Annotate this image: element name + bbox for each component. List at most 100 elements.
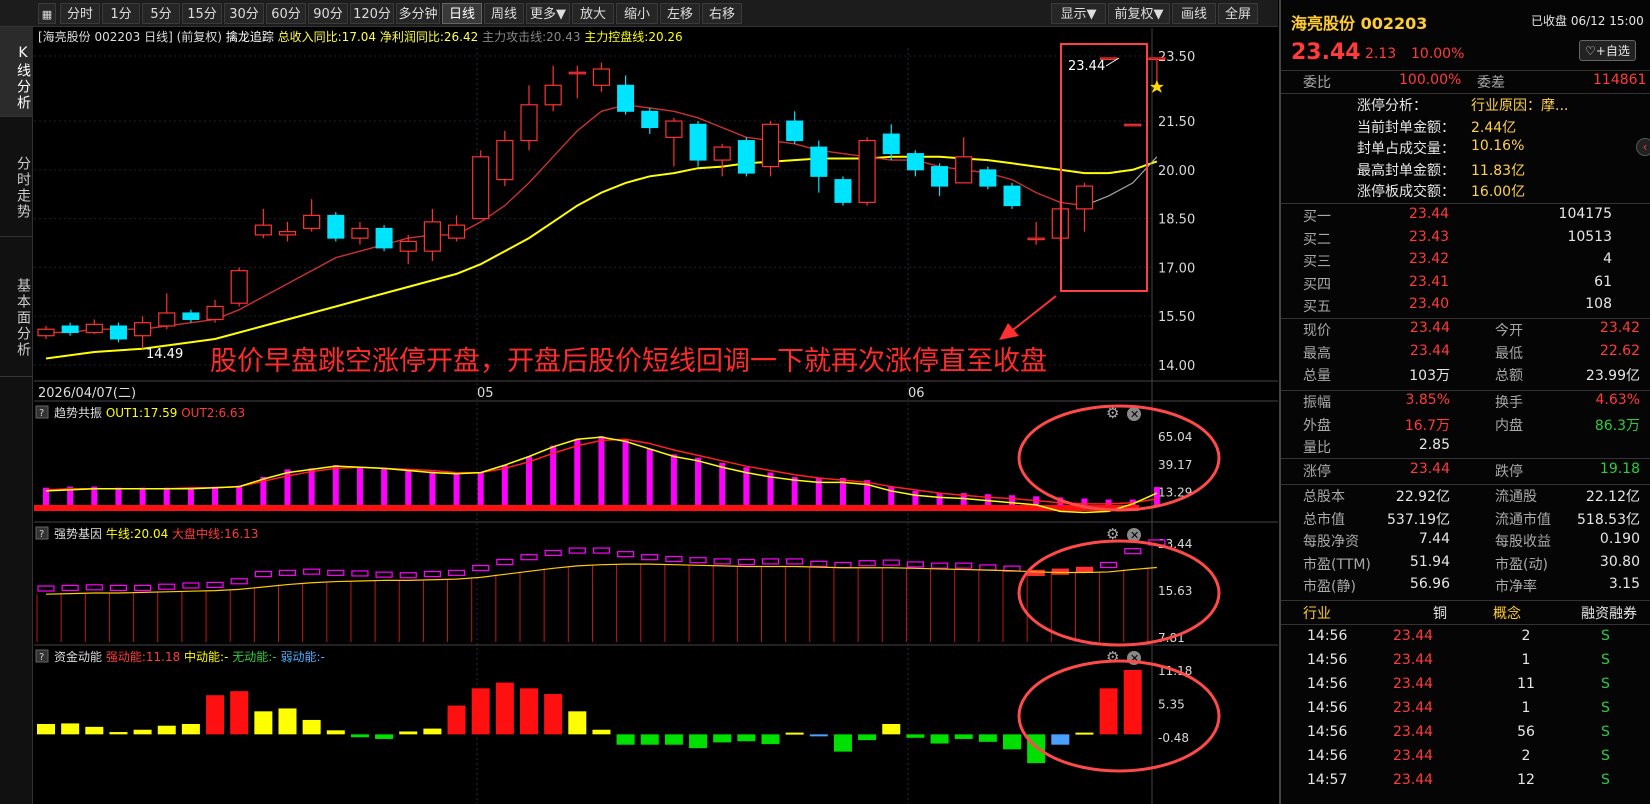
p3-bar [544, 694, 563, 735]
toolbar-btn-2[interactable]: 5分 [142, 3, 180, 24]
bid-price: 23.42 [1409, 251, 1450, 267]
quote-label: 总股本 [1303, 489, 1345, 505]
p3-bar [954, 734, 973, 739]
quote-label: 流通股 [1495, 489, 1537, 505]
p1-bar [1081, 498, 1088, 506]
info-tab-1[interactable]: 铜 [1433, 603, 1447, 623]
candle [1003, 182, 1021, 209]
divider [1281, 484, 1650, 485]
expand-arrow-icon[interactable]: ‹ [1636, 138, 1650, 156]
p2-mark [737, 558, 755, 566]
info-tab-2[interactable]: 概念 [1493, 603, 1521, 623]
toolbar-btn-1[interactable]: 1分 [102, 3, 140, 24]
quote-label: 每股净资 [1303, 534, 1359, 550]
side-tab-2[interactable]: 基本面分析 [0, 237, 33, 377]
tick-volume: 1 [1521, 700, 1531, 716]
tick-price: 23.44 [1393, 724, 1434, 740]
tick-volume: 56 [1517, 724, 1535, 740]
toolbar-btn-3[interactable]: 15分 [182, 3, 222, 24]
toolbar-btn-15[interactable]: 右移 [702, 3, 742, 24]
tick-price: 23.44 [1393, 772, 1434, 788]
weibi-label: 委比 [1303, 75, 1331, 91]
quote-label: 市净率 [1495, 579, 1537, 595]
info-tab-0[interactable]: 行业 [1303, 603, 1331, 623]
p2-mark [1099, 561, 1118, 569]
divider [1281, 624, 1650, 625]
limit-analysis-value: 16.00亿 [1471, 184, 1526, 200]
p1-bar [212, 486, 219, 506]
tick-time: 14:56 [1307, 628, 1348, 644]
chart-area[interactable]: [海亮股份 002203 日线] (前复权) 擒龙追踪 总收入同比:17.04 … [34, 28, 1278, 804]
toolbar-btn-4[interactable]: 30分 [224, 3, 264, 24]
quote-value: 51.94 [1409, 553, 1450, 570]
p3-bar [785, 732, 804, 735]
limit-analysis-label: 当前封单金额： [1357, 119, 1455, 136]
quote-label: 内盘 [1495, 417, 1523, 434]
weicha-label: 委差 [1477, 75, 1505, 91]
main-header-part: (前复权) [177, 29, 226, 44]
tick-volume: 11 [1517, 676, 1535, 692]
toolbar-btn-9[interactable]: 日线 [442, 3, 482, 24]
toolbar-grid-icon[interactable]: ▦ [38, 3, 56, 24]
p1-bar [453, 473, 460, 506]
limit-analysis-value: 行业原因：摩... [1471, 98, 1569, 114]
panel3-gear-icon[interactable]: ⚙ [1106, 648, 1119, 666]
bid-volume: 10513 [1567, 228, 1612, 245]
p1-bar [115, 487, 122, 506]
p2-mark [399, 572, 417, 579]
divider [1281, 203, 1650, 204]
tick-side: S [1601, 628, 1610, 644]
p3-bar [326, 730, 345, 735]
limit-analysis-label: 涨停分析： [1357, 98, 1427, 114]
panel3-help-glyph: ? [39, 652, 44, 663]
toolbar-btn-6[interactable]: 90分 [308, 3, 348, 24]
toolbar-btn-12[interactable]: 放大 [572, 3, 614, 24]
toolbar-btn-8[interactable]: 多分钟 [396, 3, 440, 24]
limit-analysis-label: 封单占成交量： [1357, 141, 1455, 157]
side-tab-1[interactable]: 分时走势 [0, 117, 33, 237]
tick-price: 23.44 [1393, 652, 1434, 668]
toolbar-btn-5[interactable]: 60分 [266, 3, 306, 24]
p3-bar [930, 734, 949, 744]
divider [1281, 70, 1650, 71]
toolbar-btn-7[interactable]: 120分 [350, 3, 394, 24]
toolbar-btn-10[interactable]: 周线 [484, 3, 524, 24]
p1-bar [356, 467, 363, 506]
tick-side: S [1601, 676, 1610, 692]
panel3-axis-label: -0.48 [1158, 731, 1189, 745]
panel1-header: 趋势共振 OUT1:17.59 OUT2:6.63 [54, 406, 245, 420]
main-header-part: 净利润同比:26.42 [380, 30, 482, 44]
toolbar-right-btn-2[interactable]: 画线 [1172, 3, 1216, 24]
toolbar-right-btn-1[interactable]: 前复权▼ [1108, 3, 1170, 24]
p3-bar [109, 732, 128, 735]
candle [375, 225, 393, 252]
toolbar-right-btn-3[interactable]: 全屏 [1218, 3, 1258, 24]
kline-chart[interactable]: [海亮股份 002203 日线] (前复权) 擒龙追踪 总收入同比:17.04 … [34, 28, 1278, 804]
main-axis-label: 21.50 [1158, 115, 1195, 130]
add-favorite-button[interactable]: ♡+自选 [1579, 40, 1636, 61]
p2-mark [303, 568, 321, 575]
p3-bar [302, 719, 321, 735]
toolbar-btn-13[interactable]: 缩小 [616, 3, 658, 24]
p2-mark [786, 558, 804, 565]
p2-mark [689, 557, 707, 564]
p3-bar [1099, 688, 1118, 735]
side-tab-0[interactable]: K线分析 [0, 27, 33, 117]
info-tab-3[interactable]: 融资融券 [1581, 603, 1637, 623]
toolbar-btn-0[interactable]: 分时 [60, 3, 100, 24]
p3-bar [1051, 734, 1070, 745]
p1-bar [477, 472, 484, 506]
toolbar-right-btn-0[interactable]: 显示▼ [1051, 3, 1106, 24]
toolbar-btn-11[interactable]: 更多▼ [526, 3, 570, 24]
limit-analysis-value: 2.44亿 [1471, 119, 1517, 136]
bid-level-label: 买三 [1303, 254, 1331, 270]
p2-mark [1124, 548, 1142, 555]
p3-bar [254, 711, 273, 735]
panel2-help-glyph: ? [39, 529, 44, 540]
side-tabs: K线分析 分时走势 基本面分析 [0, 27, 33, 804]
quote-label: 换手 [1495, 395, 1523, 411]
main-header-part: 总收入同比:17.04 [278, 30, 380, 44]
toolbar-btn-14[interactable]: 左移 [660, 3, 700, 24]
limit-analysis-value: 10.16% [1471, 138, 1525, 154]
quote-label: 市盈(TTM) [1303, 556, 1371, 573]
